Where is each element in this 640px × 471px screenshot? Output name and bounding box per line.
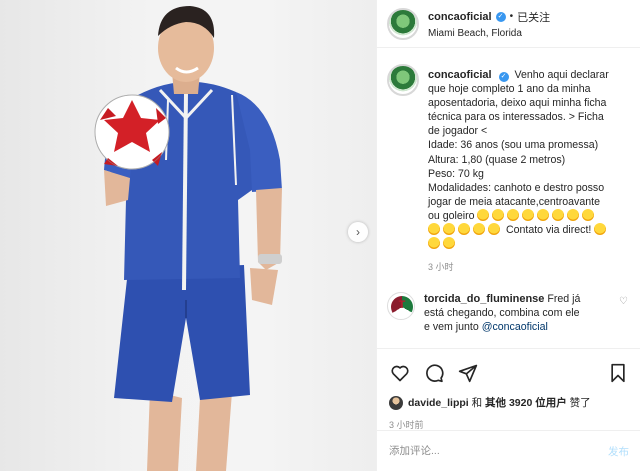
author-username[interactable]: concaoficial [428,11,492,23]
comment: T torcida_do_fluminense Fred já está che… [377,274,640,334]
laughing-emoji-group [477,208,597,223]
likes-liked: 赞了 [569,397,591,409]
author-avatar[interactable] [387,7,419,40]
comment-body: torcida_do_fluminense Fred já está chega… [424,292,620,334]
commenter-username[interactable]: torcida_do_fluminense [424,293,544,305]
verified-icon: ✓ [495,11,506,22]
author-row: concaoficial ✓ • 已关注 [428,9,550,25]
laughing-emoji-icon [507,208,520,221]
action-bar: davide_lippi 和 其他 3920 位用户 赞了 3 小时前 [377,348,640,431]
bookmark-icon[interactable] [607,362,629,384]
laughing-emoji-icon [473,223,485,236]
likes-summary: davide_lippi 和 其他 3920 位用户 赞了 [389,395,629,410]
caption-line: ou goleiro [428,209,475,222]
caption-username[interactable]: concaoficial [428,69,492,81]
caption: concaoficial ✓ Venho aqui declarar que h… [377,48,640,274]
add-comment-bar: 发布 [377,430,640,471]
next-image-button[interactable]: › [348,222,368,242]
caption-line: jogar de meia atacante,centroavante [428,195,600,208]
smile-emoji-icon [594,223,607,236]
caption-line: Idade: 36 anos (sou uma promessa) [428,139,599,152]
following-button[interactable]: 已关注 [517,9,550,25]
likes-others[interactable]: 其他 3920 位用户 [485,395,567,410]
share-icon[interactable] [457,362,479,384]
caption-line: Peso: 70 kg [428,167,484,180]
liker-username[interactable]: davide_lippi [408,397,469,409]
laughing-emoji-icon [458,223,470,236]
caption-avatar[interactable] [387,64,419,96]
post-header: concaoficial ✓ • 已关注 Miami Beach, Florid… [377,0,640,48]
author-meta: concaoficial ✓ • 已关注 Miami Beach, Florid… [428,9,550,39]
commenter-avatar[interactable]: T [387,292,415,321]
caption-contact: Contato via direct! [505,224,592,237]
smile-emoji-icon [443,237,455,250]
comment-line: está chegando, combina com ele [424,307,580,320]
laughing-emoji-icon [492,208,505,221]
laughing-emoji-icon [567,208,580,221]
caption-line: Modalidades: canhoto e destro posso [428,181,605,194]
heart-icon[interactable] [389,362,411,384]
laughing-emoji-icon [428,237,440,250]
small-heart-icon[interactable]: ♡ [619,296,628,307]
commenter-avatar-letter: T [398,299,406,312]
post-photo[interactable]: › [0,0,376,471]
laughing-emoji-icon [552,208,565,221]
comment-line: Fred já [547,293,581,306]
post-comment-button[interactable]: 发布 [608,444,629,459]
laughing-emoji-icon [537,208,550,221]
chevron-right-icon: › [356,225,360,239]
likes-and: 和 [471,397,483,409]
instagram-post: › concaoficial ✓ • 已关注 Miami Beach, Flor… [0,0,640,471]
action-icons [389,361,629,385]
laughing-emoji-icon [582,208,595,221]
separator-dot: • [509,11,514,22]
liker-avatar[interactable] [389,395,403,410]
verified-icon: ✓ [498,72,509,82]
laughing-emoji-icon [477,208,490,221]
comment-input[interactable] [389,445,608,457]
laughing-emoji-group [428,223,503,237]
post-sidebar: concaoficial ✓ • 已关注 Miami Beach, Florid… [376,0,640,471]
laughing-emoji-icon [488,223,500,236]
comment-line: e vem junto [424,321,479,334]
laughing-emoji-icon [443,223,455,236]
player-illustration [94,6,282,471]
caption-line: de jogador < [428,125,488,138]
caption-line: Altura: 1,80 (quase 2 metros) [428,153,566,166]
caption-line: Venho aqui declarar [514,69,609,81]
caption-line: que hoje completo 1 ano da minha [428,83,591,96]
caption-line: aposentadoria, deixo aqui minha ficha [428,97,607,110]
comment-icon[interactable] [423,362,445,384]
comment-mention[interactable]: @concaoficial [482,321,548,333]
post-location[interactable]: Miami Beach, Florida [428,28,550,39]
caption-time[interactable]: 3 小时 [428,260,618,274]
caption-line: técnica para os interessados. > Ficha [428,111,604,124]
laughing-emoji-icon [428,223,440,236]
laughing-emoji-icon [522,208,535,221]
caption-body: concaoficial ✓ Venho aqui declarar que h… [428,68,618,274]
